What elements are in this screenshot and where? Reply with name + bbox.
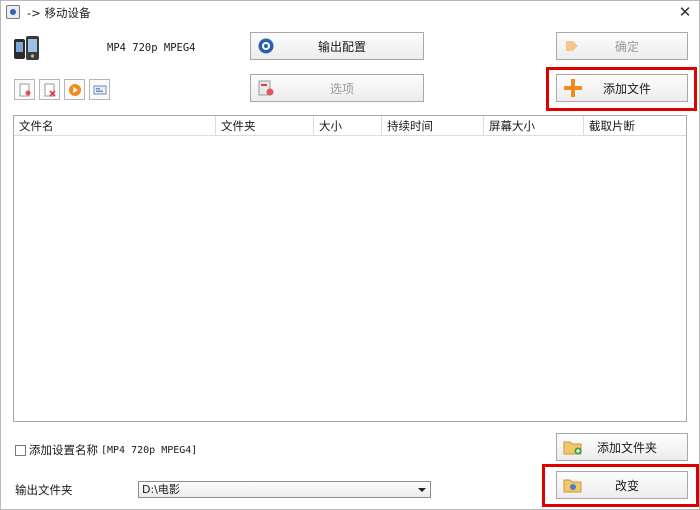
- column-header-folder[interactable]: 文件夹: [216, 116, 314, 136]
- column-header-clip[interactable]: 截取片断: [584, 116, 686, 136]
- column-header-filename[interactable]: 文件名: [14, 116, 216, 136]
- main-window: -> 移动设备 ✕ MP4 720p MPEG4 输出配置 选项 确定 添加文件…: [0, 0, 700, 510]
- column-header-duration[interactable]: 持续时间: [382, 116, 484, 136]
- plus-icon: [564, 79, 582, 97]
- options-icon: [258, 80, 274, 96]
- play-button[interactable]: [64, 79, 85, 100]
- add-folder-label: 添加文件夹: [596, 440, 657, 455]
- options-button[interactable]: 选项: [250, 74, 424, 102]
- title-bar: -> 移动设备 ✕: [1, 1, 699, 23]
- close-button[interactable]: ✕: [671, 1, 699, 23]
- chevron-down-icon: [418, 488, 426, 492]
- remove-file-icon: [19, 83, 30, 96]
- profile-label: MP4 720p MPEG4: [107, 42, 196, 54]
- file-toolbar: [14, 79, 110, 100]
- confirm-label: 确定: [614, 39, 639, 54]
- output-folder-label: 输出文件夹: [15, 483, 73, 497]
- output-folder-value: D:\电影: [142, 483, 180, 496]
- add-setting-name-row: 添加设置名称 [MP4 720p MPEG4]: [15, 442, 197, 458]
- column-header-screen-size[interactable]: 屏幕大小: [484, 116, 584, 136]
- output-config-label: 输出配置: [317, 39, 366, 54]
- folder-open-icon: [563, 479, 582, 493]
- options-label: 选项: [329, 81, 354, 96]
- output-folder-select[interactable]: D:\电影: [138, 481, 431, 498]
- media-info-button[interactable]: [89, 79, 110, 100]
- add-setting-name-label[interactable]: 添加设置名称: [29, 442, 98, 458]
- window-title: -> 移动设备: [27, 6, 91, 20]
- confirm-arrow-icon: [566, 41, 578, 51]
- add-folder-icon: [563, 441, 582, 455]
- change-button[interactable]: 改变: [556, 471, 688, 499]
- file-list[interactable]: 文件名 文件夹 大小 持续时间 屏幕大小 截取片断: [13, 115, 687, 422]
- output-config-button[interactable]: 输出配置: [250, 32, 424, 60]
- mobile-device-icon: [14, 36, 39, 60]
- add-file-label: 添加文件: [602, 81, 651, 96]
- clear-list-button[interactable]: [39, 79, 60, 100]
- gear-config-icon: [258, 38, 274, 54]
- confirm-button[interactable]: 确定: [556, 32, 688, 60]
- play-icon: [68, 83, 81, 96]
- add-setting-name-value: [MP4 720p MPEG4]: [101, 444, 198, 456]
- change-label: 改变: [614, 478, 639, 493]
- column-header-size[interactable]: 大小: [314, 116, 382, 136]
- app-icon: [6, 5, 20, 19]
- file-list-header: 文件名 文件夹 大小 持续时间 屏幕大小 截取片断: [14, 116, 686, 136]
- add-file-button[interactable]: 添加文件: [556, 74, 688, 102]
- add-setting-name-checkbox[interactable]: [15, 444, 26, 456]
- add-folder-button[interactable]: 添加文件夹: [556, 433, 688, 461]
- media-info-icon: [93, 85, 106, 94]
- clear-list-icon: [44, 83, 56, 97]
- remove-file-button[interactable]: [14, 79, 35, 100]
